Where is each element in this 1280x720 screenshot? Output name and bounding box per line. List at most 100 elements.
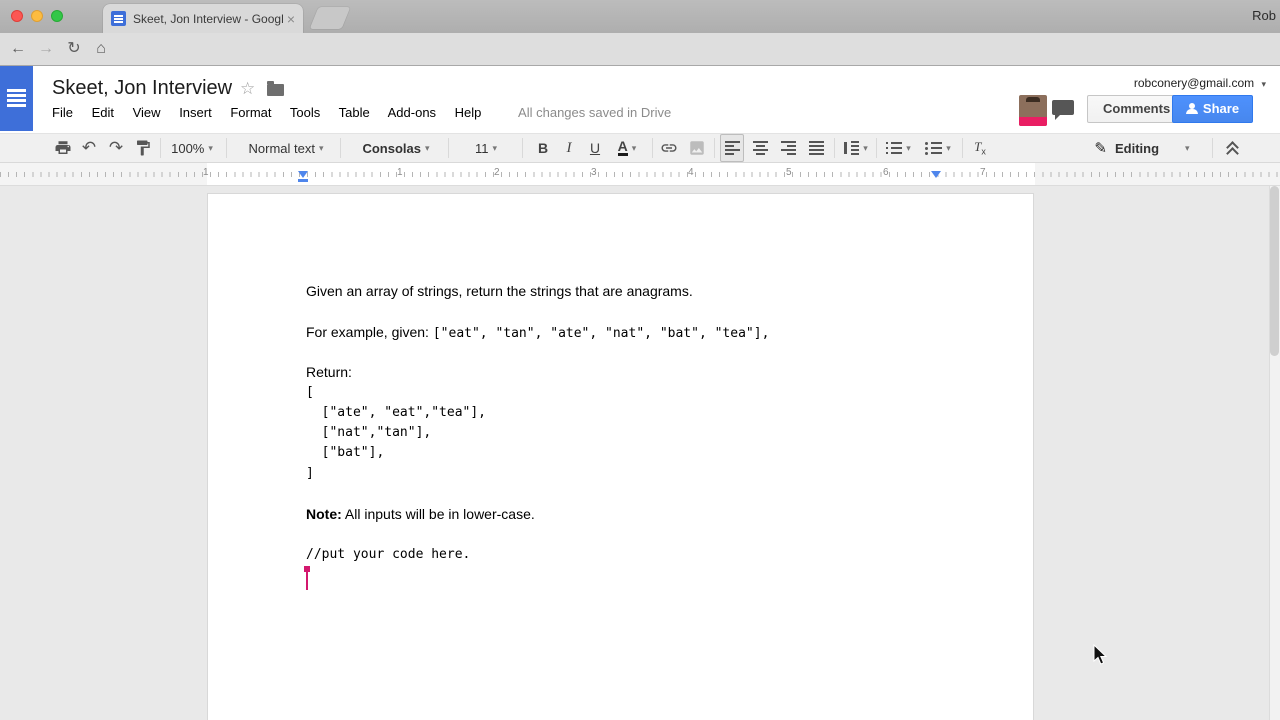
star-document-icon[interactable]: ☆: [240, 79, 255, 99]
menu-addons[interactable]: Add-ons: [388, 105, 436, 120]
italic-button[interactable]: I: [558, 134, 580, 162]
forward-icon[interactable]: →: [35, 38, 57, 60]
chat-icon[interactable]: [1052, 100, 1074, 115]
align-left-button[interactable]: [720, 134, 744, 162]
align-right-icon: [781, 141, 796, 155]
numbered-list-icon: [885, 141, 902, 155]
numbered-list-dropdown-icon: ▾: [906, 143, 911, 154]
right-indent-marker[interactable]: [931, 171, 941, 178]
move-to-folder-icon[interactable]: [267, 84, 284, 96]
italic-icon: I: [567, 140, 572, 157]
menu-help[interactable]: Help: [455, 105, 482, 120]
back-icon[interactable]: ←: [7, 38, 29, 60]
menu-table[interactable]: Table: [339, 105, 370, 120]
bulleted-list-icon: [925, 141, 942, 155]
mode-select[interactable]: ✎ Editing ▾: [1082, 134, 1202, 162]
doc-line[interactable]: Note: All inputs will be in lower-case.: [306, 506, 535, 522]
reload-icon[interactable]: ↻: [63, 38, 85, 60]
left-indent-marker[interactable]: [298, 171, 308, 178]
doc-code-line[interactable]: ["ate", "eat","tea"],: [306, 405, 486, 420]
line-spacing-button[interactable]: ▾: [838, 134, 872, 162]
bulleted-list-dropdown-icon: ▾: [946, 143, 951, 154]
menu-view[interactable]: View: [133, 105, 161, 120]
align-right-button[interactable]: [776, 134, 800, 162]
bold-button[interactable]: B: [532, 134, 554, 162]
font-select[interactable]: Consolas▾: [350, 134, 442, 162]
collapse-toolbar-button[interactable]: [1220, 134, 1244, 162]
styles-dropdown-icon: ▾: [319, 143, 324, 154]
share-button[interactable]: Share: [1172, 95, 1253, 123]
document-title[interactable]: Skeet, Jon Interview: [52, 77, 232, 100]
align-justify-button[interactable]: [804, 134, 828, 162]
doc-code-line[interactable]: ]: [306, 466, 314, 481]
text-color-dropdown-icon: ▾: [632, 143, 637, 154]
document-page[interactable]: Given an array of strings, return the st…: [207, 193, 1034, 720]
scrollbar[interactable]: [1269, 186, 1280, 720]
doc-line[interactable]: For example, given: ["eat", "tan", "ate"…: [306, 324, 769, 342]
doc-code-line[interactable]: [: [306, 385, 314, 400]
redo-button[interactable]: ↷: [105, 134, 127, 162]
clear-formatting-icon: Tx: [974, 139, 986, 157]
editing-pencil-icon: ✎: [1094, 139, 1107, 157]
align-center-button[interactable]: [748, 134, 772, 162]
doc-line[interactable]: Given an array of strings, return the st…: [306, 283, 693, 299]
undo-button[interactable]: ↶: [78, 134, 100, 162]
doc-code-line[interactable]: ["nat","tan"],: [306, 425, 431, 440]
font-size-dropdown-icon: ▾: [492, 143, 497, 154]
doc-text: For example, given:: [306, 324, 433, 340]
ruler-number: 3: [591, 167, 597, 178]
doc-code-line[interactable]: ["bat"],: [306, 445, 384, 460]
account-email[interactable]: robconery@gmail.com ▾: [1134, 76, 1266, 90]
home-icon[interactable]: ⌂: [90, 38, 112, 60]
collaborator-cursor: [306, 568, 308, 590]
share-button-label: Share: [1203, 101, 1239, 116]
browser-toolbar: ← → ↻ ⌂ Secure https://docs.google.com/d…: [0, 33, 1280, 66]
menu-edit[interactable]: Edit: [92, 105, 114, 120]
doc-code-line[interactable]: //put your code here.: [306, 547, 470, 562]
ruler[interactable]: 1 1 2 3 4 5 6 7: [0, 163, 1280, 186]
new-tab-button[interactable]: [310, 7, 351, 29]
align-center-icon: [753, 141, 768, 155]
insert-link-button[interactable]: [658, 134, 680, 162]
align-left-icon: [725, 141, 740, 155]
mouse-cursor: [1093, 644, 1109, 666]
fullscreen-window-button[interactable]: [51, 10, 63, 22]
ruler-number: 7: [980, 167, 986, 178]
close-window-button[interactable]: [11, 10, 23, 22]
minimize-window-button[interactable]: [31, 10, 43, 22]
scrollbar-thumb[interactable]: [1270, 186, 1279, 356]
zoom-value: 100%: [171, 141, 204, 156]
menu-format[interactable]: Format: [230, 105, 271, 120]
docs-logo-icon[interactable]: [0, 66, 33, 131]
numbered-list-button[interactable]: ▾: [880, 134, 916, 162]
paint-format-button[interactable]: [132, 134, 154, 162]
left-margin-marker[interactable]: [298, 179, 308, 182]
styles-value: Normal text: [249, 141, 315, 156]
menu-file[interactable]: File: [52, 105, 73, 120]
bulleted-list-button[interactable]: ▾: [920, 134, 956, 162]
font-size-select[interactable]: 11▾: [458, 134, 514, 162]
browser-tab[interactable]: Skeet, Jon Interview - Google ×: [103, 4, 303, 33]
menu-insert[interactable]: Insert: [179, 105, 212, 120]
ruler-number: 4: [688, 167, 694, 178]
underline-button[interactable]: U: [584, 134, 606, 162]
tab-title: Skeet, Jon Interview - Google: [133, 12, 283, 26]
doc-line[interactable]: Return:: [306, 364, 352, 380]
zoom-select[interactable]: 100%▾: [166, 134, 218, 162]
styles-select[interactable]: Normal text ▾: [238, 134, 334, 162]
menu-tools[interactable]: Tools: [290, 105, 320, 120]
ruler-number: 1: [397, 167, 403, 178]
collaborator-avatar[interactable]: [1019, 95, 1047, 126]
redo-icon: ↷: [109, 138, 123, 158]
browser-window: Skeet, Jon Interview - Google × Rob ← → …: [0, 0, 1280, 720]
clear-formatting-button[interactable]: Tx: [968, 134, 992, 162]
account-email-text: robconery@gmail.com: [1134, 76, 1254, 90]
bold-icon: B: [538, 140, 548, 156]
text-color-button[interactable]: A▾: [610, 134, 644, 162]
undo-icon: ↶: [82, 138, 96, 158]
ruler-number: 5: [786, 167, 792, 178]
mode-value: Editing: [1115, 141, 1159, 156]
insert-image-button[interactable]: [686, 134, 708, 162]
print-button[interactable]: [52, 134, 74, 162]
close-tab-icon[interactable]: ×: [287, 11, 295, 27]
